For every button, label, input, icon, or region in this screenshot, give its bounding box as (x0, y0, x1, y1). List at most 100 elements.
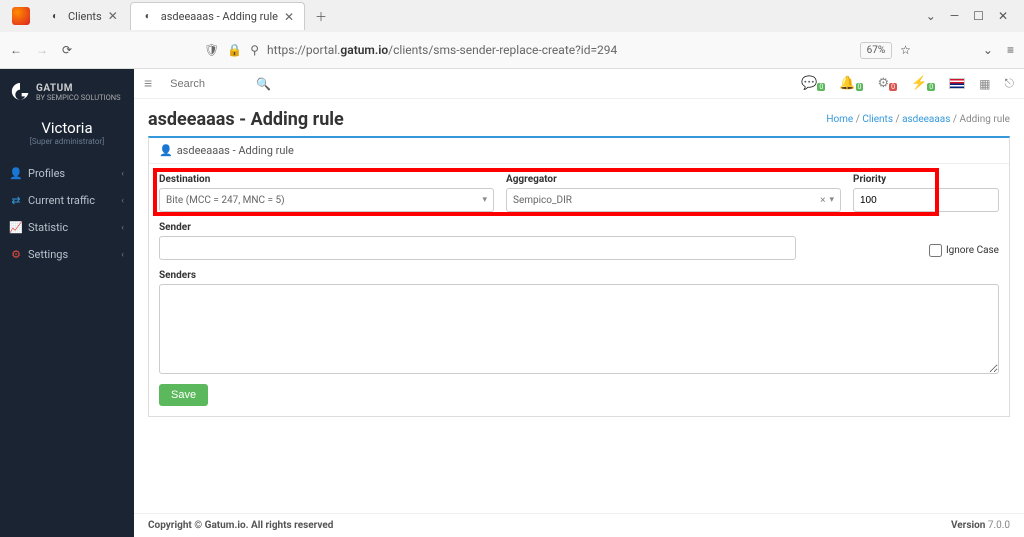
logout-icon[interactable]: ⎋ (1005, 76, 1015, 91)
maximize-icon[interactable]: ☐ (973, 9, 984, 23)
label-senders: Senders (159, 270, 999, 281)
form-card: 👤 asdeeaaas - Adding rule Destination Bi… (148, 136, 1010, 417)
main: ≡ 🔍 💬0 🔔0 ⚙0 ⚡0 ▦ ⎋ asdeeaaas - Adding r… (134, 69, 1024, 537)
person-icon: 👤 (159, 144, 173, 157)
select-value: Sempico_DIR (513, 195, 816, 206)
permissions-icon[interactable]: ⚲ (250, 43, 259, 57)
label-destination: Destination (159, 174, 494, 185)
hamburger-icon[interactable]: ≡ (144, 75, 152, 92)
field-senders: Senders (159, 270, 999, 374)
browser-tab-clients[interactable]: ◐ Clients ✕ (38, 2, 128, 30)
close-window-icon[interactable]: ✕ (998, 9, 1008, 23)
select-destination[interactable]: Bite (MCC = 247, MNC = 5) ▾ (159, 188, 494, 212)
textarea-senders[interactable] (159, 284, 999, 374)
traffic-icon: ⇄ (10, 194, 22, 207)
back-icon[interactable]: ← (10, 43, 22, 57)
select-value: Bite (MCC = 247, MNC = 5) (166, 195, 482, 206)
minimize-icon[interactable]: — (950, 9, 959, 23)
browser-toolbar: ← → ⟳ 🛡 🔒 ⚲ https://portal.gatum.io/clie… (0, 32, 1024, 68)
side-nav: 👤 Profiles ‹ ⇄ Current traffic ‹ 📈 Stati… (0, 160, 134, 268)
user-name: Victoria (0, 119, 134, 137)
sidebar-item-label: Statistic (28, 221, 68, 234)
language-flag-icon[interactable] (949, 78, 965, 89)
messages-icon[interactable]: 💬0 (801, 76, 825, 91)
user-role: [Super administrator] (0, 137, 134, 146)
topbar-right: 💬0 🔔0 ⚙0 ⚡0 ▦ ⎋ (801, 76, 1014, 91)
save-button[interactable]: Save (159, 384, 208, 406)
app-root: GATUM BY SEMPICO SOLUTIONS Victoria [Sup… (0, 69, 1024, 537)
checkbox-ignore-case[interactable]: Ignore Case (929, 240, 999, 260)
breadcrumb-client[interactable]: asdeeaaas (902, 114, 950, 125)
pocket-icon[interactable]: ⌄ (983, 43, 993, 57)
search-icon[interactable]: 🔍 (256, 77, 271, 91)
nav-arrows: ← → ⟳ (10, 43, 72, 57)
clear-icon[interactable]: × (820, 195, 825, 206)
grid-icon[interactable]: ▦ (979, 77, 990, 91)
page: asdeeaaas - Adding rule Home / Clients /… (134, 99, 1024, 513)
zoom-level[interactable]: 67% (860, 42, 893, 59)
notifications-icon[interactable]: 🔔0 (839, 76, 863, 91)
sidebar-item-label: Settings (28, 248, 68, 261)
bookmark-star-icon[interactable]: ☆ (900, 43, 911, 57)
tab-favicon: ◐ (48, 9, 62, 23)
input-priority[interactable] (853, 188, 999, 212)
forward-icon: → (36, 43, 48, 57)
breadcrumb-clients[interactable]: Clients (862, 114, 893, 125)
search-input[interactable] (170, 78, 250, 90)
footer-copyright: Copyright © Gatum.io. All rights reserve… (148, 520, 333, 531)
checkbox-input[interactable] (929, 244, 942, 257)
footer: Copyright © Gatum.io. All rights reserve… (134, 513, 1024, 537)
breadcrumb-current: Adding rule (960, 114, 1011, 125)
card-title: asdeeaaas - Adding rule (177, 144, 294, 157)
profiles-icon: 👤 (10, 167, 22, 180)
field-destination: Destination Bite (MCC = 247, MNC = 5) ▾ (159, 174, 494, 212)
lock-icon[interactable]: 🔒 (227, 43, 242, 57)
browser-tab-adding-rule[interactable]: ◐ asdeeaaas - Adding rule ✕ (130, 2, 305, 30)
tab-favicon: ◐ (141, 10, 155, 24)
sidebar: GATUM BY SEMPICO SOLUTIONS Victoria [Sup… (0, 69, 134, 537)
chevron-left-icon: ‹ (121, 223, 124, 233)
topbar: ≡ 🔍 💬0 🔔0 ⚙0 ⚡0 ▦ ⎋ (134, 69, 1024, 99)
label-priority: Priority (853, 174, 999, 185)
window-controls: ⌄ — ☐ ✕ (926, 9, 1018, 23)
activity-icon[interactable]: ⚡0 (911, 76, 935, 91)
row-sender: Sender Ignore Case (159, 222, 999, 260)
new-tab-button[interactable]: ＋ (307, 4, 335, 29)
settings-icon: ⚙ (10, 248, 22, 261)
brand-byline: BY SEMPICO SOLUTIONS (36, 94, 121, 102)
system-icon[interactable]: ⚙0 (877, 76, 897, 91)
statistic-icon: 📈 (10, 221, 22, 234)
url-bar[interactable]: https://portal.gatum.io/clients/sms-send… (267, 43, 852, 57)
sidebar-item-settings[interactable]: ⚙ Settings ‹ (0, 241, 134, 268)
user-block: Victoria [Super administrator] (0, 111, 134, 150)
breadcrumb: Home / Clients / asdeeaaas / Adding rule (826, 114, 1010, 125)
chevron-left-icon: ‹ (121, 250, 124, 260)
field-aggregator: Aggregator Sempico_DIR × ▾ (506, 174, 841, 212)
input-sender[interactable] (159, 236, 796, 260)
footer-version: Version 7.0.0 (951, 520, 1010, 531)
page-title: asdeeaaas - Adding rule (148, 109, 344, 130)
chevron-down-icon[interactable]: ⌄ (926, 9, 936, 23)
firefox-icon (12, 7, 30, 25)
caret-down-icon: ▾ (482, 195, 487, 205)
search-wrap: 🔍 (170, 77, 271, 91)
reload-icon[interactable]: ⟳ (62, 43, 72, 57)
row-top: Destination Bite (MCC = 247, MNC = 5) ▾ … (159, 174, 999, 212)
shield-icon[interactable]: 🛡 (204, 43, 219, 57)
select-aggregator[interactable]: Sempico_DIR × ▾ (506, 188, 841, 212)
close-icon[interactable]: ✕ (284, 10, 294, 24)
sidebar-item-profiles[interactable]: 👤 Profiles ‹ (0, 160, 134, 187)
address-area: 🛡 🔒 ⚲ https://portal.gatum.io/clients/sm… (204, 42, 911, 59)
sidebar-item-statistic[interactable]: 📈 Statistic ‹ (0, 214, 134, 241)
chevron-left-icon: ‹ (121, 169, 124, 179)
tab-title: asdeeaaas - Adding rule (161, 10, 278, 23)
tab-title: Clients (68, 10, 102, 23)
browser-chrome: ◐ Clients ✕ ◐ asdeeaaas - Adding rule ✕ … (0, 0, 1024, 69)
menu-icon[interactable]: ≡ (1007, 43, 1014, 57)
close-icon[interactable]: ✕ (108, 9, 118, 23)
label-sender: Sender (159, 222, 917, 233)
sidebar-item-current-traffic[interactable]: ⇄ Current traffic ‹ (0, 187, 134, 214)
sidebar-item-label: Current traffic (28, 194, 95, 207)
chevron-left-icon: ‹ (121, 196, 124, 206)
breadcrumb-home[interactable]: Home (826, 114, 853, 125)
